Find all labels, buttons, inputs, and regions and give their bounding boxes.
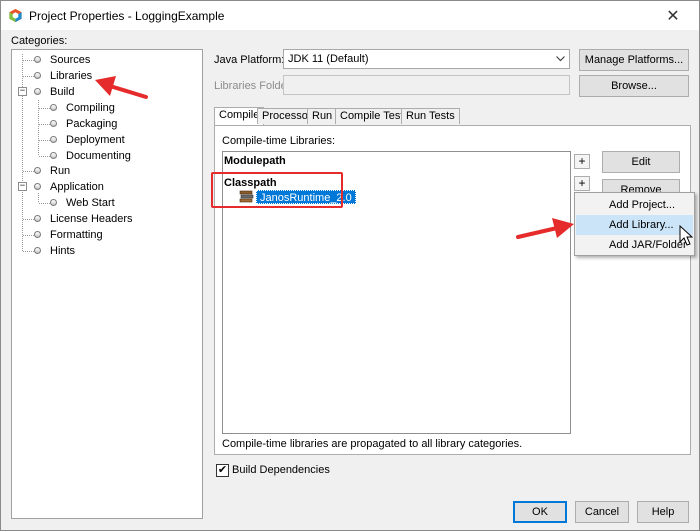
java-platform-label: Java Platform: [214, 54, 285, 66]
add-classpath-button[interactable]: + [574, 176, 590, 191]
tree-item-label: Sources [50, 54, 91, 66]
tree-item-label: Deployment [66, 134, 125, 146]
compile-time-libraries-label: Compile-time Libraries: [222, 135, 336, 147]
categories-tree[interactable]: Sources Libraries − Build Compiling Pack… [11, 49, 203, 519]
menu-item-add-library[interactable]: Add Library... [576, 215, 693, 235]
node-icon [34, 88, 41, 95]
tree-item-label: Libraries [50, 70, 93, 82]
browse-button[interactable]: Browse... [579, 75, 689, 97]
annotation-highlight-box [211, 172, 343, 208]
edit-button[interactable]: Edit [602, 151, 680, 173]
node-icon [34, 72, 41, 79]
libraries-folder-label: Libraries Folder: [214, 80, 294, 92]
tree-item-label: Web Start [66, 197, 115, 209]
tree-item-label: Build [50, 86, 75, 98]
node-icon [34, 215, 41, 222]
node-icon [34, 167, 41, 174]
add-modulepath-button[interactable]: + [574, 154, 590, 169]
tree-guide-line [38, 193, 39, 202]
menu-item-add-project[interactable]: Add Project... [576, 195, 693, 215]
tree-item-label: Packaging [66, 118, 118, 130]
project-properties-dialog: Project Properties - LoggingExample ✕ Ca… [0, 0, 700, 531]
java-platform-value: JDK 11 (Default) [288, 53, 369, 65]
node-icon [50, 104, 57, 111]
node-icon [34, 231, 41, 238]
manage-platforms-button[interactable]: Manage Platforms... [579, 49, 689, 71]
window-title: Project Properties - LoggingExample [29, 9, 225, 23]
add-context-menu: Add Project... Add Library... Add JAR/Fo… [574, 192, 695, 256]
build-dependencies-label: Build Dependencies [232, 464, 330, 476]
cancel-button[interactable]: Cancel [575, 501, 629, 523]
categories-label: Categories: [11, 35, 68, 47]
close-icon[interactable]: ✕ [653, 3, 693, 27]
collapse-toggle-icon[interactable]: − [18, 87, 27, 96]
propagation-note: Compile-time libraries are propagated to… [222, 438, 523, 450]
ok-button[interactable]: OK [513, 501, 567, 523]
node-icon [34, 56, 41, 63]
node-icon [34, 183, 41, 190]
node-icon [34, 247, 41, 254]
tree-item-label: Formatting [50, 229, 103, 241]
netbeans-app-icon [9, 8, 22, 23]
help-button[interactable]: Help [637, 501, 689, 523]
tree-guide-line [22, 54, 23, 251]
node-icon [50, 136, 57, 143]
collapse-toggle-icon[interactable]: − [18, 182, 27, 191]
tree-item-label: License Headers [50, 213, 133, 225]
modulepath-label: Modulepath [224, 155, 286, 167]
node-icon [50, 199, 57, 206]
menu-item-add-jar-folder[interactable]: Add JAR/Folder [576, 235, 693, 255]
build-dependencies-checkbox[interactable]: ✔ [216, 464, 229, 477]
tree-item-label: Documenting [66, 150, 131, 162]
tree-item-label: Compiling [66, 102, 115, 114]
tree-item-label: Hints [50, 245, 76, 257]
tab-run[interactable]: Run [307, 108, 338, 124]
node-icon [50, 120, 57, 127]
tree-item-label: Application [50, 181, 104, 193]
tree-item-label: Run [50, 165, 71, 177]
title-bar[interactable]: Project Properties - LoggingExample ✕ [1, 1, 699, 30]
libraries-folder-field[interactable] [283, 75, 570, 95]
remove-button[interactable]: Remove [602, 179, 680, 193]
java-platform-select[interactable]: JDK 11 (Default) [283, 49, 570, 69]
tab-run-tests[interactable]: Run Tests [401, 108, 460, 124]
chevron-down-icon [556, 56, 565, 62]
node-icon [50, 152, 57, 159]
